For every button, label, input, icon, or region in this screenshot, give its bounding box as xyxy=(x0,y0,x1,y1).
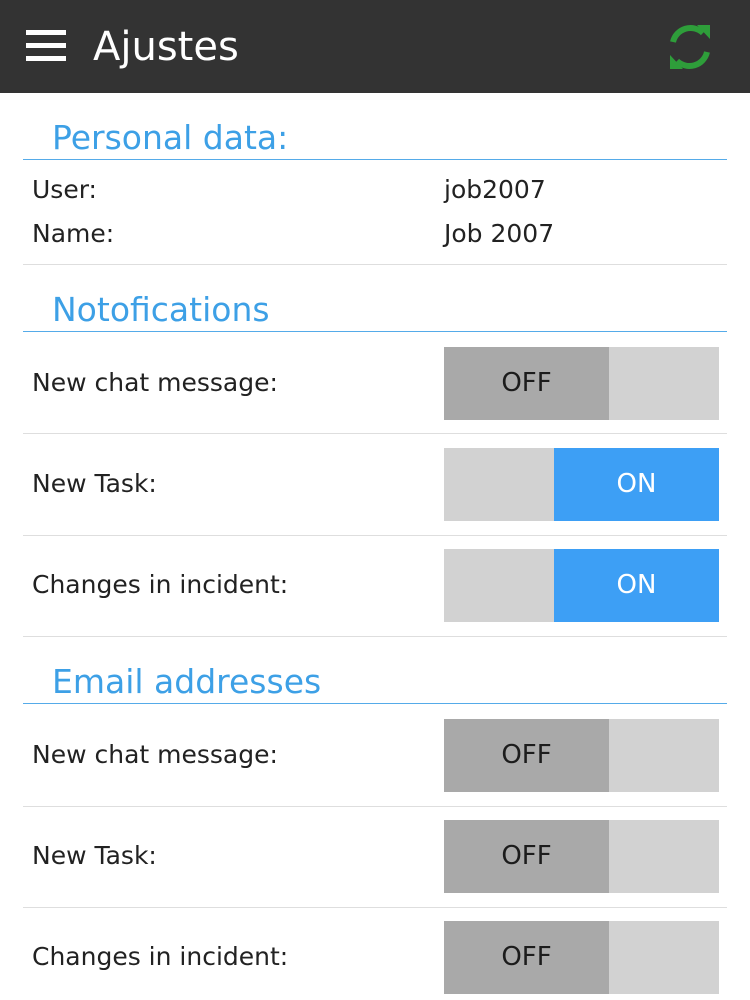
notification-task-label: New Task: xyxy=(32,469,157,498)
row-divider xyxy=(23,907,727,908)
toggle-state: OFF xyxy=(444,347,609,420)
refresh-icon[interactable] xyxy=(664,19,716,75)
row-divider xyxy=(23,264,727,265)
email-task-toggle[interactable]: OFF xyxy=(444,820,719,893)
user-label: User: xyxy=(32,175,97,204)
page-title: Ajustes xyxy=(93,24,239,70)
toggle-state: OFF xyxy=(444,719,609,792)
section-divider xyxy=(23,159,727,160)
section-title-email: Email addresses xyxy=(52,662,322,701)
row-divider xyxy=(23,636,727,637)
email-incident-toggle[interactable]: OFF xyxy=(444,921,719,994)
email-chat-label: New chat message: xyxy=(32,740,278,769)
email-incident-label: Changes in incident: xyxy=(32,942,289,971)
hamburger-menu-icon[interactable] xyxy=(26,30,68,64)
app-bar: Ajustes xyxy=(0,0,750,93)
section-title-notifications: Notofications xyxy=(52,290,270,329)
toggle-state: ON xyxy=(554,448,719,521)
toggle-state: OFF xyxy=(444,921,609,994)
name-label: Name: xyxy=(32,219,115,248)
toggle-state: OFF xyxy=(444,820,609,893)
section-divider xyxy=(23,703,727,704)
notification-incident-toggle[interactable]: ON xyxy=(444,549,719,622)
email-task-label: New Task: xyxy=(32,841,157,870)
notification-incident-label: Changes in incident: xyxy=(32,570,289,599)
notification-chat-label: New chat message: xyxy=(32,368,278,397)
toggle-state: ON xyxy=(554,549,719,622)
notification-chat-toggle[interactable]: OFF xyxy=(444,347,719,420)
email-chat-toggle[interactable]: OFF xyxy=(444,719,719,792)
row-divider xyxy=(23,535,727,536)
row-divider xyxy=(23,806,727,807)
section-divider xyxy=(23,331,727,332)
notification-task-toggle[interactable]: ON xyxy=(444,448,719,521)
row-divider xyxy=(23,433,727,434)
user-value: job2007 xyxy=(444,175,546,204)
settings-screen: Ajustes Personal data: User: job2007 Nam… xyxy=(0,0,750,1000)
name-value: Job 2007 xyxy=(444,219,555,248)
section-title-personal-data: Personal data: xyxy=(52,118,289,157)
